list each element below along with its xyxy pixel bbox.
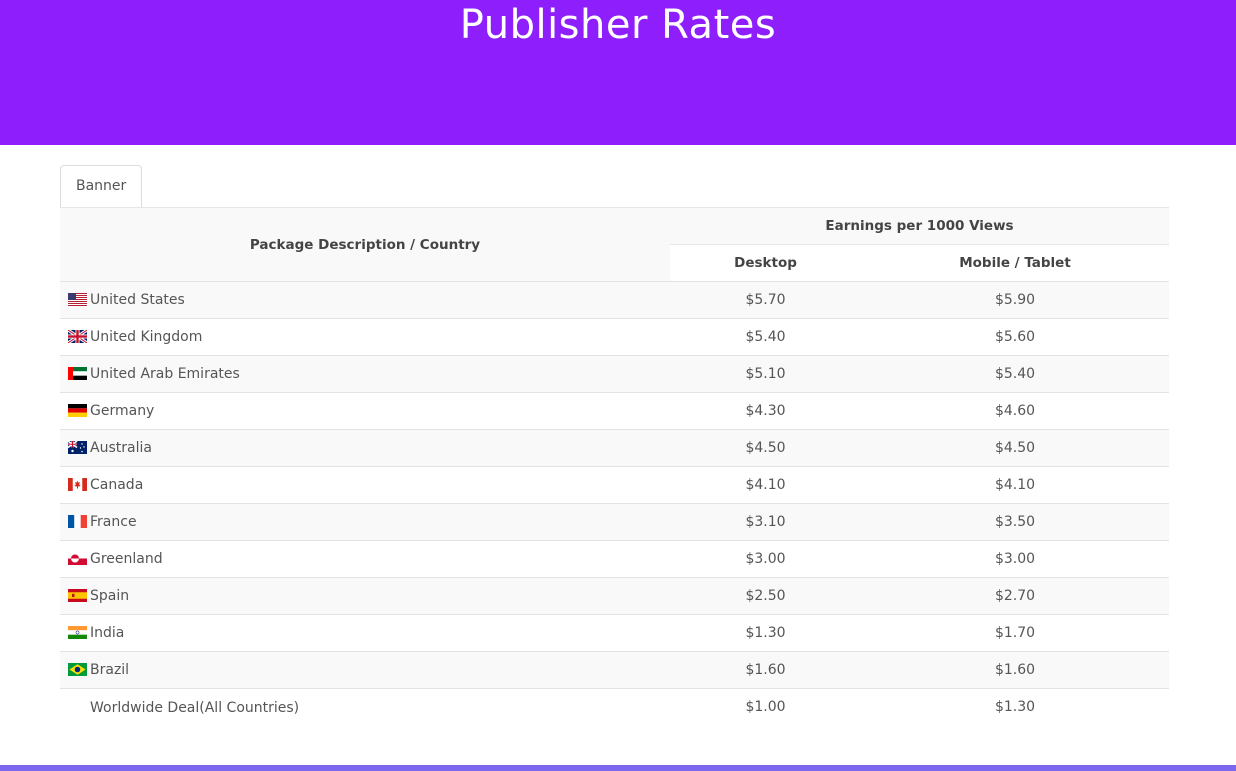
country-cell: United Kingdom (60, 318, 670, 356)
country-name: Spain (90, 588, 130, 604)
country-cell: Germany (60, 392, 670, 430)
brazil-flag-icon (68, 663, 87, 676)
mobile-rate: $5.90 (861, 281, 1169, 319)
france-flag-icon (68, 515, 87, 528)
column-header-earnings: Earnings per 1000 Views (670, 207, 1169, 245)
flag-placeholder (68, 699, 87, 712)
table-row: France $3.10 $3.50 (60, 503, 1169, 541)
desktop-rate: $3.10 (670, 503, 861, 541)
rates-table: Package Description / Country Earnings p… (60, 207, 1169, 726)
country-name: India (90, 625, 125, 641)
country-name: Australia (90, 440, 152, 456)
canada-flag-icon (68, 478, 87, 491)
mobile-rate: $4.10 (861, 466, 1169, 504)
table-row: United Arab Emirates $5.10 $5.40 (60, 355, 1169, 393)
us-flag-icon (68, 293, 87, 306)
table-body: United States $5.70 $5.90 United Kingdom $5.… (60, 281, 1169, 726)
table-row: Spain $2.50 $2.70 (60, 577, 1169, 615)
country-cell: Brazil (60, 651, 670, 689)
country-name: Germany (90, 403, 155, 419)
desktop-rate: $1.30 (670, 614, 861, 652)
desktop-rate: $5.40 (670, 318, 861, 356)
column-header-package: Package Description / Country (60, 207, 670, 282)
country-name: United States (90, 292, 185, 308)
desktop-rate: $5.70 (670, 281, 861, 319)
mobile-rate: $3.00 (861, 540, 1169, 578)
country-cell: France (60, 503, 670, 541)
country-name: Brazil (90, 662, 130, 678)
desktop-rate: $4.50 (670, 429, 861, 467)
mobile-rate: $1.30 (861, 688, 1169, 726)
country-cell: United Arab Emirates (60, 355, 670, 393)
table-row: Germany $4.30 $4.60 (60, 392, 1169, 430)
country-name: Worldwide Deal(All Countries) (90, 699, 300, 716)
greenland-flag-icon (68, 552, 87, 565)
country-cell: India (60, 614, 670, 652)
desktop-rate: $1.00 (670, 688, 861, 726)
column-header-desktop: Desktop (670, 244, 861, 282)
germany-flag-icon (68, 404, 87, 417)
mobile-rate: $3.50 (861, 503, 1169, 541)
table-row: Brazil $1.60 $1.60 (60, 651, 1169, 689)
country-name: France (90, 514, 137, 530)
table-row: United Kingdom $5.40 $5.60 (60, 318, 1169, 356)
country-cell: Greenland (60, 540, 670, 578)
table-row: India $1.30 $1.70 (60, 614, 1169, 652)
country-cell: Australia (60, 429, 670, 467)
table-row: Worldwide Deal(All Countries) $1.00 $1.30 (60, 688, 1169, 726)
mobile-rate: $4.50 (861, 429, 1169, 467)
country-cell: United States (60, 281, 670, 319)
footer-bar (0, 765, 1236, 771)
mobile-rate: $5.40 (861, 355, 1169, 393)
uae-flag-icon (68, 367, 87, 380)
mobile-rate: $4.60 (861, 392, 1169, 430)
australia-flag-icon (68, 441, 87, 454)
country-name: United Kingdom (90, 329, 203, 345)
desktop-rate: $3.00 (670, 540, 861, 578)
tab-bar: Banner (60, 165, 143, 208)
table-row: United States $5.70 $5.90 (60, 281, 1169, 319)
country-name: Canada (90, 477, 144, 493)
spain-flag-icon (68, 589, 87, 602)
india-flag-icon (68, 626, 87, 639)
country-cell: Worldwide Deal(All Countries) (60, 688, 670, 726)
mobile-rate: $1.70 (861, 614, 1169, 652)
desktop-rate: $2.50 (670, 577, 861, 615)
mobile-rate: $5.60 (861, 318, 1169, 356)
desktop-rate: $5.10 (670, 355, 861, 393)
mobile-rate: $1.60 (861, 651, 1169, 689)
table-row: Canada $4.10 $4.10 (60, 466, 1169, 504)
table-row: Australia $4.50 $4.50 (60, 429, 1169, 467)
table-row: Greenland $3.00 $3.00 (60, 540, 1169, 578)
column-header-mobile: Mobile / Tablet (861, 244, 1169, 282)
page-header: Publisher Rates (0, 0, 1236, 145)
page-title: Publisher Rates (459, 2, 777, 48)
country-name: United Arab Emirates (90, 366, 240, 382)
country-cell: Spain (60, 577, 670, 615)
uk-flag-icon (68, 330, 87, 343)
desktop-rate: $4.30 (670, 392, 861, 430)
mobile-rate: $2.70 (861, 577, 1169, 615)
country-name: Greenland (90, 551, 163, 567)
desktop-rate: $4.10 (670, 466, 861, 504)
desktop-rate: $1.60 (670, 651, 861, 689)
country-cell: Canada (60, 466, 670, 504)
tab-banner[interactable]: Banner (60, 165, 143, 208)
